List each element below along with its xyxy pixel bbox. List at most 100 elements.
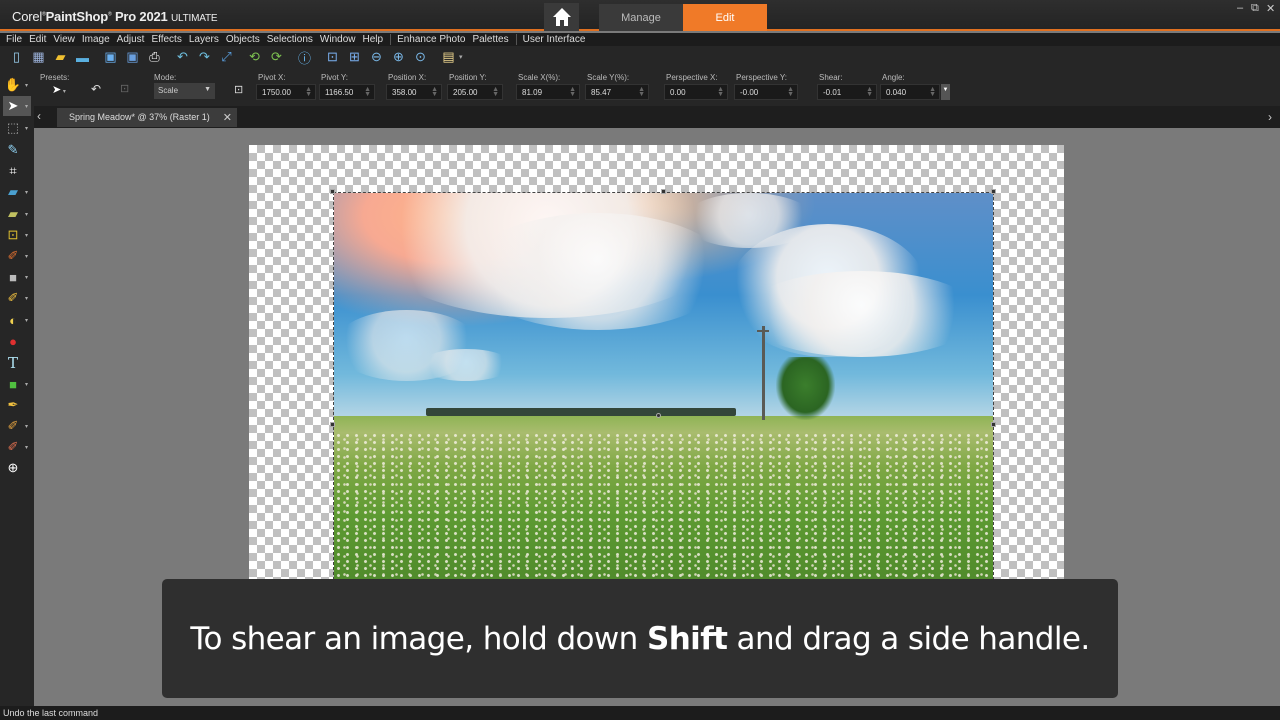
chevron-down-icon[interactable]: ▾ [25,381,28,388]
gradient-tool-button[interactable]: ■ ▾ [3,267,31,287]
perspective-y-field[interactable]: -0.00 ▲ ▼ [734,84,798,100]
menu-adjust[interactable]: Adjust [117,34,145,45]
resize-handle-top-right[interactable] [991,189,996,194]
scale-y-field[interactable]: 85.47 ▲ ▼ [585,84,649,100]
spinner-icon[interactable]: ▲ ▼ [929,86,936,98]
art-media-button[interactable]: ✐ ▾ [3,437,31,457]
spinner-icon[interactable]: ▲ ▼ [364,86,371,98]
spinner-icon[interactable]: ▲ ▼ [787,86,794,98]
document-tab[interactable]: Spring Meadow* @ 37% (Raster 1) ✕ [57,108,237,127]
save-as-icon[interactable]: ▣ [124,49,141,66]
pick-tool-button[interactable]: ➤ ▾ [3,96,31,116]
chevron-down-icon[interactable]: ▾ [25,423,28,430]
pen-tool-button[interactable]: ✒ [3,395,31,415]
fit-window-icon[interactable]: ⊞ [346,49,363,66]
redo-icon[interactable]: ↷ [196,49,213,66]
tab-manage[interactable]: Manage [599,4,683,31]
paint-brush-button[interactable]: ✐ ▾ [3,246,31,266]
restore-button[interactable]: ⧉ [1251,2,1259,15]
menu-selections[interactable]: Selections [267,34,313,45]
shape-tool-button[interactable]: ■ ▾ [3,374,31,394]
rotate-left-icon[interactable]: ⟲ [246,49,263,66]
close-tab-icon[interactable]: ✕ [223,111,232,124]
text-tool-button[interactable]: T [3,353,31,373]
menu-effects[interactable]: Effects [151,34,181,45]
chevron-down-icon[interactable]: ▾ [25,211,28,218]
chevron-down-icon[interactable]: ▾ [459,53,463,61]
chevron-down-icon[interactable]: ▾ [25,253,28,260]
menu-enhance-photo[interactable]: Enhance Photo [397,34,465,45]
menu-window[interactable]: Window [320,34,356,45]
minimize-button[interactable]: – [1237,2,1243,14]
resize-handle-right[interactable] [991,422,996,427]
scan-icon[interactable]: ▬ [74,49,91,66]
presets-dropdown[interactable]: ➤ ▾ [52,83,66,96]
selection-tool-button[interactable]: ⬚ ▾ [3,118,31,138]
menu-edit[interactable]: Edit [29,34,46,45]
fill-tool-button[interactable]: ● [3,331,31,351]
chevron-down-icon[interactable]: ▾ [25,444,28,451]
close-button[interactable]: ✕ [1266,2,1275,15]
spinner-icon[interactable]: ▲ ▼ [431,86,438,98]
paste-icon[interactable]: ▤ [440,49,457,66]
chevron-down-icon[interactable]: ▾ [25,125,28,132]
chevron-down-icon[interactable]: ▾ [25,295,28,302]
red-eye-tool-button[interactable]: ▰ ▾ [3,182,31,202]
chevron-down-icon[interactable]: ▾ [25,232,28,239]
retouch-tool-button[interactable]: ◐ ▾ [3,310,31,330]
open-folder-icon[interactable]: ▰ [52,49,69,66]
actual-size-icon[interactable]: ⊡ [324,49,341,66]
spinner-icon[interactable]: ▲ ▼ [866,86,873,98]
chevron-down-icon[interactable]: ▾ [25,82,28,89]
home-button[interactable] [544,3,579,31]
new-from-template-icon[interactable]: ▦ [30,49,47,66]
new-file-icon[interactable]: ▯ [8,49,25,66]
chevron-down-icon[interactable]: ▾ [25,317,28,324]
crop-tool-button[interactable]: ⌗ [3,161,31,181]
chevron-down-icon[interactable]: ▾ [25,189,28,196]
spinner-icon[interactable]: ▲ ▼ [305,86,312,98]
clone-tool-button[interactable]: ⊡ ▾ [3,225,31,245]
position-x-field[interactable]: 358.00 ▲ ▼ [386,84,442,100]
spinner-icon[interactable]: ▲ ▼ [492,86,499,98]
chevron-down-icon[interactable]: ▾ [25,103,28,110]
spinner-icon[interactable]: ▲ ▼ [569,86,576,98]
mode-select[interactable]: Scale ▼ [154,83,215,99]
eraser-tool-button[interactable]: ✐ ▾ [3,288,31,308]
menu-palettes[interactable]: Palettes [472,34,508,45]
menu-image[interactable]: Image [82,34,110,45]
undo-icon[interactable]: ↶ [174,49,191,66]
menu-file[interactable]: File [6,34,22,45]
zoom-fit-icon[interactable]: ⊙ [412,49,429,66]
dropper-tool-button[interactable]: ✎ [3,140,31,160]
save-icon[interactable]: ▣ [102,49,119,66]
chevron-left-icon[interactable]: ‹ [37,109,41,123]
chevron-right-icon[interactable]: › [1268,110,1272,124]
resize-icon[interactable]: ⤢ [218,49,235,66]
image-info-icon[interactable]: ⓘ [296,49,313,66]
menu-help[interactable]: Help [362,34,383,45]
pan-tool-button[interactable]: ✋ ▾ [3,75,31,95]
menu-objects[interactable]: Objects [226,34,260,45]
tab-edit[interactable]: Edit [683,4,767,31]
reset-icon[interactable]: ↶ [91,82,101,96]
zoom-in-icon[interactable]: ⊕ [390,49,407,66]
menu-view[interactable]: View [53,34,75,45]
angle-field[interactable]: 0.040 ▲ ▼ [880,84,940,100]
pivot-icon[interactable]: ⊡ [234,83,243,96]
scale-x-field[interactable]: 81.09 ▲ ▼ [516,84,580,100]
zoom-out-icon[interactable]: ⊖ [368,49,385,66]
resize-handle-top[interactable] [661,189,666,194]
perspective-x-field[interactable]: 0.00 ▲ ▼ [664,84,728,100]
menu-layers[interactable]: Layers [189,34,219,45]
image-layer[interactable] [333,192,994,585]
makeover-tool-button[interactable]: ▰ ▾ [3,204,31,224]
rotate-right-icon[interactable]: ⟳ [268,49,285,66]
chevron-down-icon[interactable]: ▾ [25,274,28,281]
shear-field[interactable]: -0.01 ▲ ▼ [817,84,877,100]
position-y-field[interactable]: 205.00 ▲ ▼ [447,84,503,100]
resize-handle-top-left[interactable] [330,189,335,194]
resize-handle-left[interactable] [330,422,335,427]
spinner-icon[interactable]: ▲ ▼ [638,86,645,98]
pivot-y-field[interactable]: 1166.50 ▲ ▼ [319,84,375,100]
